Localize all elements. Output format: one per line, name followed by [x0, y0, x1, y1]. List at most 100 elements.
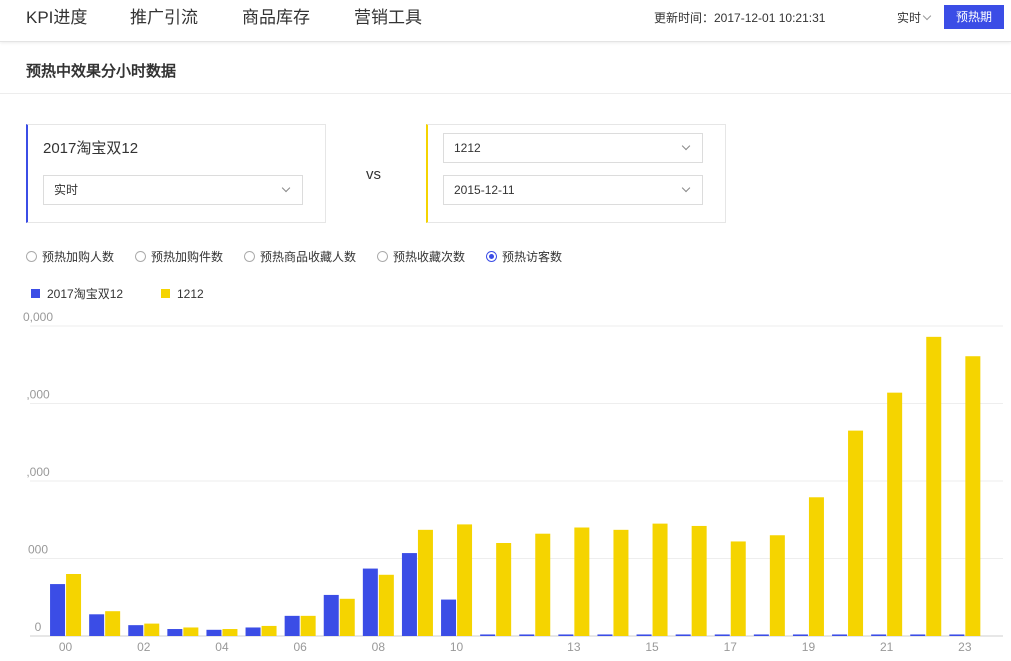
x-tick-label: 15 — [645, 640, 659, 654]
section-divider — [0, 93, 1011, 94]
bar-baseline[interactable] — [613, 529, 629, 636]
x-tick-label: 13 — [567, 640, 581, 654]
y-tick-label: ,000 — [26, 388, 50, 402]
bar-current[interactable] — [206, 629, 222, 636]
bar-baseline[interactable] — [300, 615, 316, 636]
bar-baseline[interactable] — [339, 598, 355, 636]
bar-current[interactable] — [441, 599, 457, 636]
radio-label: 预热访客数 — [502, 250, 563, 264]
current-mode-dropdown[interactable]: 实时 — [43, 175, 303, 205]
x-tick-label: 08 — [372, 640, 386, 654]
bar-current[interactable] — [245, 627, 261, 636]
tab-product-inventory[interactable]: 商品库存 — [242, 7, 310, 42]
bar-current[interactable] — [597, 634, 613, 636]
bar-current[interactable] — [284, 615, 300, 636]
bar-current[interactable] — [323, 594, 339, 636]
bar-current[interactable] — [636, 634, 652, 636]
y-tick-label: 0,000 — [23, 310, 53, 324]
bar-baseline[interactable] — [378, 574, 394, 636]
radio-label: 预热收藏次数 — [393, 250, 466, 264]
baseline-event-dropdown[interactable]: 1212 — [443, 133, 703, 163]
bar-current[interactable] — [792, 634, 808, 636]
bar-current[interactable] — [89, 614, 105, 636]
bar-baseline[interactable] — [144, 623, 160, 636]
current-mode-value: 实时 — [54, 183, 79, 197]
radio-label: 预热加购件数 — [151, 250, 224, 264]
radio-preheat-visitors[interactable]: 预热访客数 — [486, 249, 562, 265]
legend-label: 1212 — [177, 287, 204, 301]
bar-baseline[interactable] — [457, 524, 473, 636]
preheat-button[interactable]: 预热期 — [944, 5, 1004, 29]
bar-current[interactable] — [401, 553, 417, 636]
tab-kpi-progress[interactable]: KPI进度 — [26, 7, 87, 42]
chevron-down-icon — [681, 183, 691, 193]
bar-current[interactable] — [167, 629, 183, 636]
x-tick-label: 23 — [958, 640, 972, 654]
bar-baseline[interactable] — [848, 430, 864, 636]
x-tick-label: 02 — [137, 640, 151, 654]
chevron-down-icon — [281, 183, 291, 193]
tab-marketing-tools[interactable]: 营销工具 — [354, 7, 422, 42]
bar-baseline[interactable] — [691, 525, 707, 636]
x-tick-label: 00 — [59, 640, 73, 654]
bar-baseline[interactable] — [183, 627, 199, 636]
mode-select[interactable]: 实时 — [897, 10, 932, 26]
bar-current[interactable] — [519, 634, 535, 636]
bar-baseline[interactable] — [535, 533, 551, 636]
bar-baseline[interactable] — [769, 535, 785, 636]
hourly-bar-chart: 0000,000,0000,00000 02 04 06 08 10 13 15 17 19 21 2… — [23, 310, 1003, 654]
bar-current[interactable] — [558, 634, 574, 636]
legend-swatch — [161, 289, 170, 298]
top-nav: KPI进度 推广引流 商品库存 营销工具 更新时间：2017-12-01 10:… — [0, 0, 1011, 42]
bar-baseline[interactable] — [730, 541, 746, 636]
bar-current[interactable] — [675, 634, 691, 636]
x-tick-label: 04 — [215, 640, 229, 654]
bar-baseline[interactable] — [66, 574, 82, 636]
bar-baseline[interactable] — [105, 611, 121, 636]
bar-baseline[interactable] — [574, 527, 590, 637]
bar-current[interactable] — [714, 634, 730, 636]
chevron-down-icon — [681, 141, 691, 151]
compare-panel-current: 2017淘宝双12 实时 — [26, 124, 326, 223]
radio-icon — [244, 251, 255, 262]
bar-baseline[interactable] — [652, 523, 668, 636]
tab-promotion-traffic[interactable]: 推广引流 — [130, 7, 198, 42]
bar-baseline[interactable] — [417, 529, 433, 636]
legend-label: 2017淘宝双12 — [47, 287, 124, 301]
bar-current[interactable] — [832, 634, 848, 636]
bar-baseline[interactable] — [808, 497, 824, 636]
radio-preheat-cart-items[interactable]: 预热加购件数 — [135, 249, 223, 265]
bar-current[interactable] — [949, 634, 965, 636]
radio-icon — [486, 251, 497, 262]
update-time: 更新时间：2017-12-01 10:21:31 — [654, 11, 826, 25]
radio-preheat-fav-users[interactable]: 预热商品收藏人数 — [244, 249, 356, 265]
bar-baseline[interactable] — [887, 392, 903, 636]
radio-preheat-fav-count[interactable]: 预热收藏次数 — [377, 249, 465, 265]
x-tick-label: 10 — [450, 640, 464, 654]
baseline-event-value: 1212 — [454, 141, 481, 155]
vs-label: vs — [366, 166, 381, 183]
legend-swatch — [31, 289, 40, 298]
baseline-date-dropdown[interactable]: 2015-12-11 — [443, 175, 703, 205]
bar-current[interactable] — [362, 568, 378, 636]
bar-baseline[interactable] — [261, 625, 277, 636]
x-tick-label: 17 — [724, 640, 738, 654]
bar-baseline[interactable] — [496, 543, 512, 636]
chevron-down-icon — [922, 11, 932, 21]
mode-select-value: 实时 — [897, 11, 922, 25]
bar-baseline[interactable] — [222, 629, 238, 636]
y-tick-label: 0 — [35, 620, 42, 634]
radio-icon — [377, 251, 388, 262]
bar-baseline[interactable] — [965, 356, 981, 636]
bar-current[interactable] — [753, 634, 769, 636]
bar-current[interactable] — [480, 634, 496, 636]
radio-icon — [135, 251, 146, 262]
radio-preheat-cart-users[interactable]: 预热加购人数 — [26, 249, 114, 265]
radio-label: 预热商品收藏人数 — [260, 250, 357, 264]
bar-current[interactable] — [50, 584, 66, 636]
bar-baseline[interactable] — [926, 336, 942, 636]
bar-current[interactable] — [128, 625, 144, 636]
section-title: 预热中效果分小时数据 — [26, 63, 177, 80]
bar-current[interactable] — [871, 634, 887, 636]
bar-current[interactable] — [910, 634, 926, 636]
